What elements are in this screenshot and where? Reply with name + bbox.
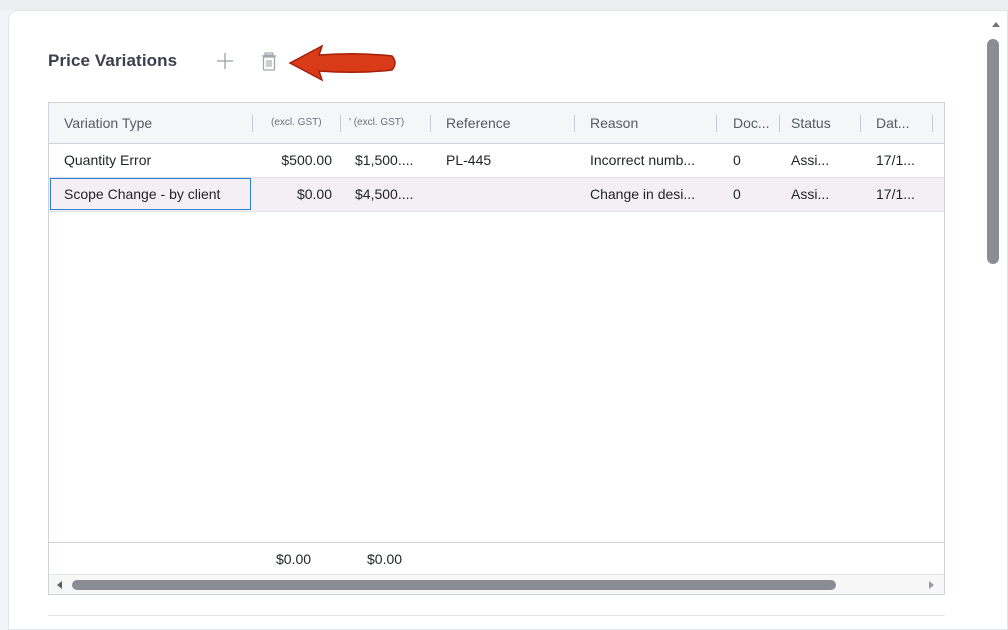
column-divider[interactable] xyxy=(779,115,780,132)
col-date[interactable]: Dat... xyxy=(876,103,926,143)
column-divider[interactable] xyxy=(932,115,933,132)
scroll-up-arrow-icon[interactable] xyxy=(992,22,1000,27)
grid-header: Variation Type (excl. GST) ' (excl. GST)… xyxy=(49,103,944,144)
cell-amount[interactable]: $500.00 xyxy=(256,144,332,177)
cell-variation-type[interactable]: Scope Change - by client xyxy=(64,178,249,211)
cell-docs[interactable]: 0 xyxy=(733,144,773,177)
red-arrow-annotation xyxy=(288,44,396,82)
footer-total-total: $0.00 xyxy=(367,551,403,567)
column-divider[interactable] xyxy=(430,115,431,132)
col-docs[interactable]: Doc... xyxy=(733,103,773,143)
col-total-excl-gst[interactable]: ' (excl. GST) xyxy=(349,103,429,143)
col-reason[interactable]: Reason xyxy=(590,103,710,143)
vertical-scrollbar[interactable] xyxy=(984,10,1008,625)
price-variations-grid: Variation Type (excl. GST) ' (excl. GST)… xyxy=(48,102,945,595)
cell-status[interactable]: Assi... xyxy=(791,178,851,211)
cell-reason[interactable]: Incorrect numb... xyxy=(590,144,712,177)
horizontal-scroll-thumb[interactable] xyxy=(72,580,836,590)
column-divider[interactable] xyxy=(574,115,575,132)
cell-reason[interactable]: Change in desi... xyxy=(590,178,712,211)
col-variation-type[interactable]: Variation Type xyxy=(64,103,249,143)
cell-total[interactable]: $4,500.... xyxy=(355,178,427,211)
cell-reference[interactable] xyxy=(446,178,566,211)
col-amount-excl-gst[interactable]: (excl. GST) xyxy=(271,103,339,143)
cell-total[interactable]: $1,500.... xyxy=(355,144,427,177)
footer-amount-total: $0.00 xyxy=(276,551,312,567)
cell-date[interactable]: 17/1... xyxy=(876,178,926,211)
table-row[interactable]: Quantity Error $500.00 $1,500.... PL-445… xyxy=(49,144,944,178)
top-bar xyxy=(0,0,1008,10)
table-row-selected[interactable]: Scope Change - by client $0.00 $4,500...… xyxy=(49,178,944,212)
section-title: Price Variations xyxy=(48,51,178,70)
cell-variation-type[interactable]: Quantity Error xyxy=(64,144,249,177)
column-divider[interactable] xyxy=(340,115,341,132)
column-divider[interactable] xyxy=(252,115,253,132)
horizontal-scrollbar[interactable] xyxy=(49,574,944,594)
plus-icon[interactable] xyxy=(214,50,236,72)
col-reference[interactable]: Reference xyxy=(446,103,566,143)
trash-icon[interactable] xyxy=(258,50,280,74)
cell-amount[interactable]: $0.00 xyxy=(256,178,332,211)
cell-docs[interactable]: 0 xyxy=(733,178,773,211)
scroll-left-arrow-icon[interactable] xyxy=(57,581,62,589)
cell-status[interactable]: Assi... xyxy=(791,144,851,177)
section-divider xyxy=(48,615,945,616)
footer-divider xyxy=(49,542,944,543)
vertical-scroll-thumb[interactable] xyxy=(987,39,999,264)
cell-reference[interactable]: PL-445 xyxy=(446,144,566,177)
column-divider[interactable] xyxy=(860,115,861,132)
column-divider[interactable] xyxy=(716,115,717,132)
col-status[interactable]: Status xyxy=(791,103,841,143)
cell-date[interactable]: 17/1... xyxy=(876,144,926,177)
scroll-right-arrow-icon[interactable] xyxy=(929,581,934,589)
